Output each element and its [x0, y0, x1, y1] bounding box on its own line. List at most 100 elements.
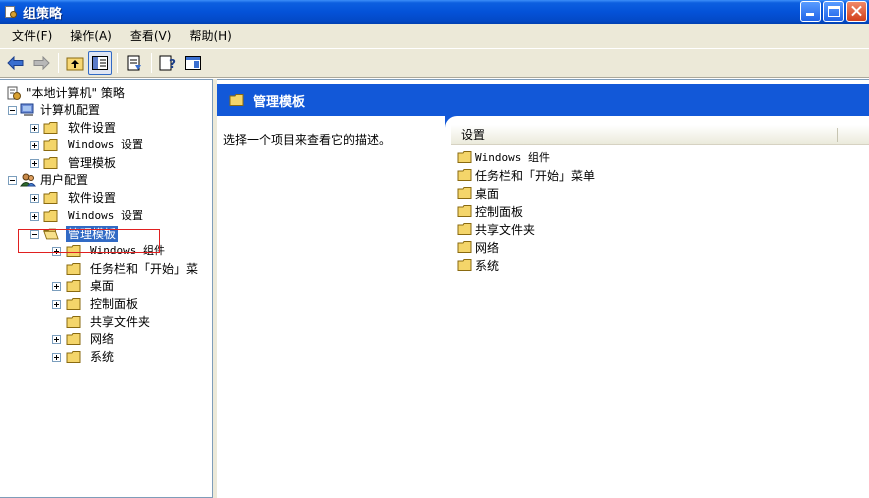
expand-toggle[interactable]: [52, 300, 61, 309]
folder-icon: [66, 351, 81, 363]
tree-label: 控制面板: [90, 297, 139, 311]
tree-label-computer-config: 计算机配置: [40, 103, 101, 117]
tree-label: 软件设置: [68, 191, 117, 205]
list-item-label: 任务栏和「开始」菜单: [475, 168, 596, 183]
tree-label: 任务栏和「开始」菜: [90, 262, 199, 276]
list-item-label: Windows 组件: [475, 151, 550, 164]
toolbar-separator: [117, 53, 118, 73]
folder-icon: [43, 122, 58, 134]
close-button[interactable]: [846, 1, 867, 22]
folder-icon: [457, 259, 472, 271]
title-bar[interactable]: 组策略: [0, 0, 869, 24]
toolbar-separator: [58, 53, 59, 73]
expand-toggle[interactable]: [30, 212, 39, 221]
folder-icon: [43, 192, 58, 204]
up-folder-icon: [66, 57, 84, 71]
tree-label: 软件设置: [68, 121, 117, 135]
up-level-button[interactable]: [63, 51, 87, 75]
tree-label: Windows 设置: [68, 138, 143, 151]
tree-label: 共享文件夹: [90, 315, 151, 329]
list-item-label: 系统: [475, 258, 500, 273]
back-arrow-icon: [7, 56, 24, 70]
menu-action[interactable]: 操作(A): [61, 24, 121, 48]
users-icon: [20, 173, 36, 187]
tree-label: 系统: [90, 350, 115, 364]
tree-label: Windows 设置: [68, 209, 143, 222]
list-item-label: 控制面板: [475, 204, 524, 219]
list-item[interactable]: 控制面板: [457, 202, 523, 220]
folder-icon: [66, 263, 81, 275]
expand-toggle[interactable]: [30, 159, 39, 168]
list-item-label: 共享文件夹: [475, 222, 536, 237]
folder-icon: [66, 316, 81, 328]
folder-icon: [66, 298, 81, 310]
list-item[interactable]: Windows 组件: [457, 148, 550, 166]
list-item[interactable]: 桌面: [457, 184, 499, 202]
list-item[interactable]: 系统: [457, 256, 499, 274]
folder-icon: [66, 280, 81, 292]
toolbar: ?: [0, 48, 869, 78]
collapse-toggle[interactable]: [8, 176, 17, 185]
list-item[interactable]: 共享文件夹: [457, 220, 535, 238]
forward-arrow-icon: [33, 56, 50, 70]
expand-toggle[interactable]: [52, 335, 61, 344]
tree-label: 桌面: [90, 279, 115, 293]
forward-button[interactable]: [29, 51, 53, 75]
details-pane: 管理模板 选择一个项目来查看它的描述。 设置 Windows 组件 任务栏和「开…: [217, 79, 869, 498]
folder-icon: [43, 157, 58, 169]
folder-icon: [457, 223, 472, 235]
svg-text:?: ?: [169, 57, 176, 71]
menu-bar: 文件(F) 操作(A) 查看(V) 帮助(H): [0, 24, 869, 48]
properties-button[interactable]: [181, 51, 205, 75]
list-column-header[interactable]: 设置: [451, 125, 869, 145]
highlight-annotation-box: [18, 229, 160, 253]
folder-icon: [457, 169, 472, 181]
tree-label: 网络: [90, 332, 115, 346]
details-header: 管理模板: [217, 84, 869, 116]
column-divider[interactable]: [837, 128, 838, 142]
close-icon: [847, 2, 866, 21]
help-icon: ?: [159, 55, 176, 71]
folder-icon: [66, 333, 81, 345]
toolbar-separator: [151, 53, 152, 73]
folder-icon: [229, 94, 244, 106]
show-hide-tree-button[interactable]: [88, 51, 112, 75]
list-item[interactable]: 任务栏和「开始」菜单: [457, 166, 595, 184]
tree-label-user-config: 用户配置: [40, 173, 89, 187]
tree-label-local-policy: "本地计算机" 策略: [26, 86, 125, 100]
collapse-toggle[interactable]: [8, 106, 17, 115]
list-item-label: 网络: [475, 240, 500, 255]
show-hide-tree-icon: [92, 56, 108, 70]
column-setting[interactable]: 设置: [451, 126, 485, 143]
folder-icon: [43, 139, 58, 151]
expand-toggle[interactable]: [30, 194, 39, 203]
list-item-label: 桌面: [475, 186, 500, 201]
policy-document-icon: [7, 86, 21, 100]
expand-toggle[interactable]: [30, 124, 39, 133]
help-button[interactable]: ?: [156, 51, 180, 75]
minimize-button[interactable]: [800, 1, 821, 22]
folder-icon: [457, 151, 472, 163]
expand-toggle[interactable]: [52, 353, 61, 362]
maximize-icon: [828, 6, 840, 17]
expand-toggle[interactable]: [30, 141, 39, 150]
maximize-button[interactable]: [823, 1, 844, 22]
minimize-icon: [806, 13, 814, 16]
window-title: 组策略: [23, 6, 63, 22]
group-policy-app-icon[interactable]: [4, 5, 18, 19]
export-list-button[interactable]: [122, 51, 146, 75]
details-header-title: 管理模板: [253, 94, 306, 110]
properties-icon: [185, 56, 201, 70]
folder-icon: [43, 210, 58, 222]
computer-icon: [20, 103, 34, 116]
tree-label: 管理模板: [68, 156, 117, 170]
console-tree[interactable]: "本地计算机" 策略 计算机配置 软件设置 Windows 设置 管理模板 用户…: [0, 79, 213, 498]
folder-icon: [457, 205, 472, 217]
folder-icon: [457, 241, 472, 253]
back-button[interactable]: [4, 51, 28, 75]
expand-toggle[interactable]: [52, 282, 61, 291]
list-item[interactable]: 网络: [457, 238, 499, 256]
menu-help[interactable]: 帮助(H): [180, 24, 240, 48]
menu-view[interactable]: 查看(V): [121, 24, 181, 48]
menu-file[interactable]: 文件(F): [3, 24, 61, 48]
